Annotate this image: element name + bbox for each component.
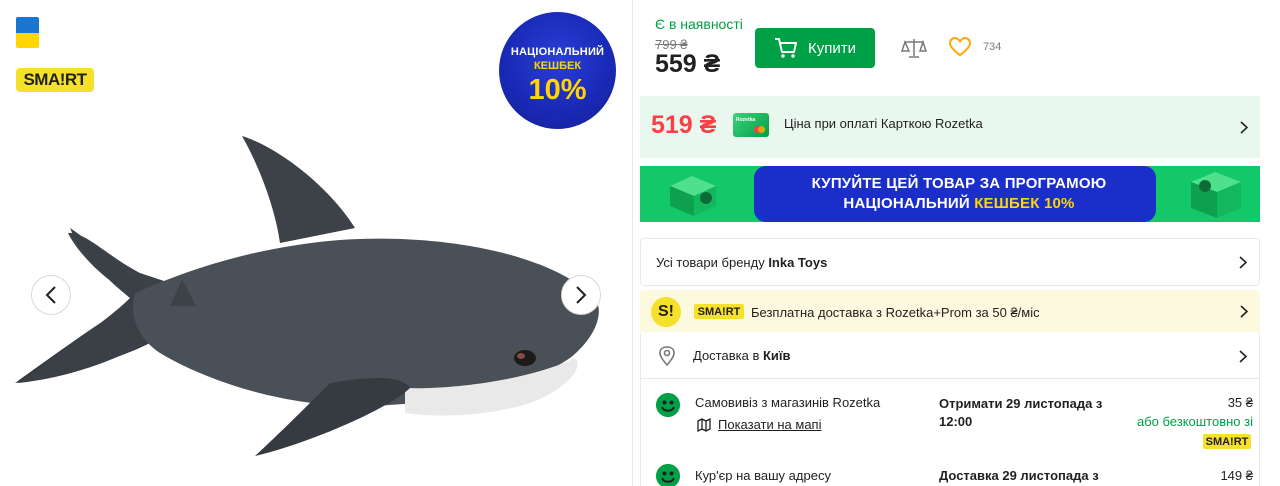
smart-badge: SMA!RT	[694, 304, 744, 319]
courier-method-title: Кур'єр на вашу адресу	[695, 468, 831, 483]
national-cashback-badge: НАЦІОНАЛЬНИЙ КЕШБЕК 10%	[499, 12, 616, 129]
gallery-next-button[interactable]	[561, 275, 601, 315]
availability-status: Є в наявності	[655, 16, 743, 32]
cashback-badge-line1: НАЦІОНАЛЬНИЙ	[510, 46, 605, 58]
courier-price: 149 ₴	[1220, 468, 1253, 483]
brand-products-link[interactable]: Усі товари бренду Inka Toys	[640, 238, 1260, 286]
chevron-right-icon	[1240, 121, 1248, 134]
smart-delivery-offer[interactable]: S! SMA!RT Безплатна доставка з Rozetka+P…	[640, 290, 1260, 332]
delivery-methods-list: Самовивіз з магазинів Rozetka Показати н…	[640, 379, 1260, 486]
ukraine-flag-icon	[16, 17, 39, 48]
map-icon	[697, 417, 711, 433]
panel-divider	[632, 0, 633, 486]
buy-button-label: Купити	[808, 39, 856, 57]
card-price: 519 ₴	[651, 111, 717, 139]
smart-badge: SMA!RT	[1203, 434, 1251, 449]
product-gallery: SMA!RT НАЦІОНАЛЬНИЙ КЕШБЕК 10%	[0, 0, 632, 486]
wishlist-heart-icon[interactable]	[949, 37, 971, 57]
chevron-right-icon	[576, 286, 587, 304]
smart-logo: SMA!RT	[16, 68, 94, 92]
chevron-right-icon	[1239, 350, 1247, 363]
chevron-right-icon	[1239, 256, 1247, 269]
courier-date: Доставка 29 листопада з	[939, 468, 1099, 483]
box-icon	[1191, 172, 1241, 218]
buy-button[interactable]: Купити	[755, 28, 875, 68]
box-icon	[670, 176, 716, 216]
product-image[interactable]	[10, 128, 610, 468]
pickup-method-title: Самовивіз з магазинів Rozetka	[695, 395, 881, 410]
smart-s-icon: S!	[651, 297, 681, 327]
card-offer-text: Ціна при оплаті Карткою Rozetka	[784, 116, 983, 131]
rozetka-smile-icon	[656, 464, 680, 486]
product-page: SMA!RT НАЦІОНАЛЬНИЙ КЕШБЕК 10% Є в наявн…	[0, 0, 1280, 486]
chevron-left-icon	[45, 286, 56, 304]
delivery-city-selector[interactable]: Доставка в Київ	[640, 333, 1260, 379]
promo-line1: КУПУЙТЕ ЦЕЙ ТОВАР ЗА ПРОГРАМОЮ	[811, 175, 1107, 192]
delivery-city: Київ	[762, 348, 791, 363]
pickup-date: Отримати 29 листопада з 12:00	[939, 396, 1103, 429]
cashback-promo-banner[interactable]: КУПУЙТЕ ЦЕЙ ТОВАР ЗА ПРОГРАМОЮ НАЦІОНАЛЬ…	[640, 166, 1260, 222]
cashback-badge-line2: КЕШБЕК	[533, 60, 582, 72]
chevron-right-icon	[1240, 305, 1248, 318]
pickup-price: 35 ₴	[1227, 395, 1253, 410]
rozetka-card-icon: Rozetka	[733, 113, 769, 137]
price-row: Є в наявності 799 ₴ 559 ₴ Купити 734	[640, 0, 1260, 96]
compare-scales-icon[interactable]	[901, 36, 927, 60]
location-pin-icon	[659, 346, 675, 366]
current-price: 559 ₴	[655, 50, 721, 78]
delivery-city-text: Доставка в Київ	[693, 348, 791, 363]
cart-icon	[775, 38, 797, 58]
gallery-prev-button[interactable]	[31, 275, 71, 315]
wishlist-count: 734	[983, 41, 1002, 53]
cashback-badge-percent: 10%	[528, 74, 587, 106]
rozetka-smile-icon	[656, 393, 680, 417]
pickup-free-note: або безкоштовно зі	[1136, 414, 1253, 429]
smart-offer-text: Безплатна доставка з Rozetka+Prom за 50 …	[751, 305, 1040, 320]
promo-line2: НАЦІОНАЛЬНИЙ КЕШБЕК 10%	[843, 195, 1075, 212]
brand-name: Inka Toys	[768, 255, 828, 270]
show-on-map-link[interactable]: Показати на мапі	[718, 417, 821, 432]
product-info-panel: Є в наявності 799 ₴ 559 ₴ Купити 734 519…	[640, 0, 1260, 486]
brand-text: Усі товари бренду Inka Toys	[656, 255, 828, 270]
rozetka-card-offer[interactable]: 519 ₴ Rozetka Ціна при оплаті Карткою Ro…	[640, 96, 1260, 158]
